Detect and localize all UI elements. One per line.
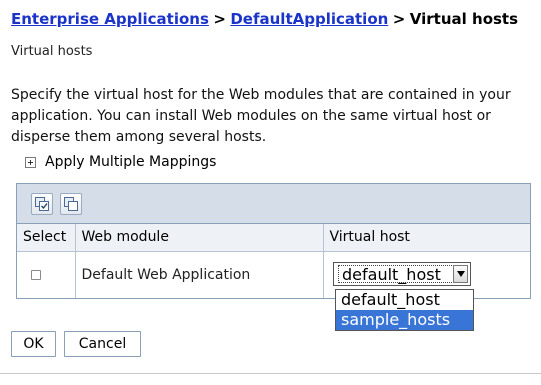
row-select-checkbox[interactable] <box>31 269 41 280</box>
page-description: Specify the virtual host for the Web mod… <box>11 87 511 145</box>
bottom-divider <box>0 373 541 374</box>
breadcrumb-current: Virtual hosts <box>409 10 519 28</box>
apply-multiple-mappings-label: Apply Multiple Mappings <box>45 154 217 170</box>
select-all-button[interactable] <box>31 192 53 215</box>
chevron-down-icon <box>456 271 465 277</box>
dropdown-option-default-host[interactable]: default_host <box>336 290 473 310</box>
ok-button[interactable]: OK <box>11 331 56 357</box>
deselect-all-icon <box>64 196 78 211</box>
dropdown-arrow-button[interactable] <box>453 265 468 283</box>
deselect-all-button[interactable] <box>60 192 82 215</box>
virtual-host-dropdown-list: default_host sample_hosts <box>335 289 474 331</box>
cancel-button[interactable]: Cancel <box>64 331 141 357</box>
virtual-host-selected-value: default_host <box>338 265 454 283</box>
apply-multiple-mappings-toggle[interactable]: Apply Multiple Mappings <box>25 154 216 170</box>
select-all-icon <box>35 196 49 211</box>
virtual-host-select[interactable]: default_host <box>333 262 471 286</box>
mapping-table: Select Web module Virtual host Default W… <box>17 224 530 298</box>
breadcrumb-separator: > <box>392 10 406 28</box>
column-header-select: Select <box>17 224 76 252</box>
table-toolbar <box>17 184 530 224</box>
dropdown-option-sample-hosts[interactable]: sample_hosts <box>336 310 473 330</box>
table-cell-select <box>17 251 76 298</box>
column-header-web-module: Web module <box>75 224 324 252</box>
breadcrumb-separator: > <box>213 10 226 28</box>
page-subtitle: Virtual hosts <box>11 44 93 59</box>
column-header-virtual-host: Virtual host <box>323 224 530 252</box>
plus-box-icon[interactable] <box>25 156 36 168</box>
breadcrumb-link-default-application[interactable]: DefaultApplication <box>230 10 388 28</box>
table-cell-web-module: Default Web Application <box>75 251 324 298</box>
breadcrumb: Enterprise Applications > DefaultApplica… <box>11 10 518 28</box>
table-header-row: Select Web module Virtual host <box>17 224 530 252</box>
breadcrumb-link-enterprise-applications[interactable]: Enterprise Applications <box>11 10 209 28</box>
